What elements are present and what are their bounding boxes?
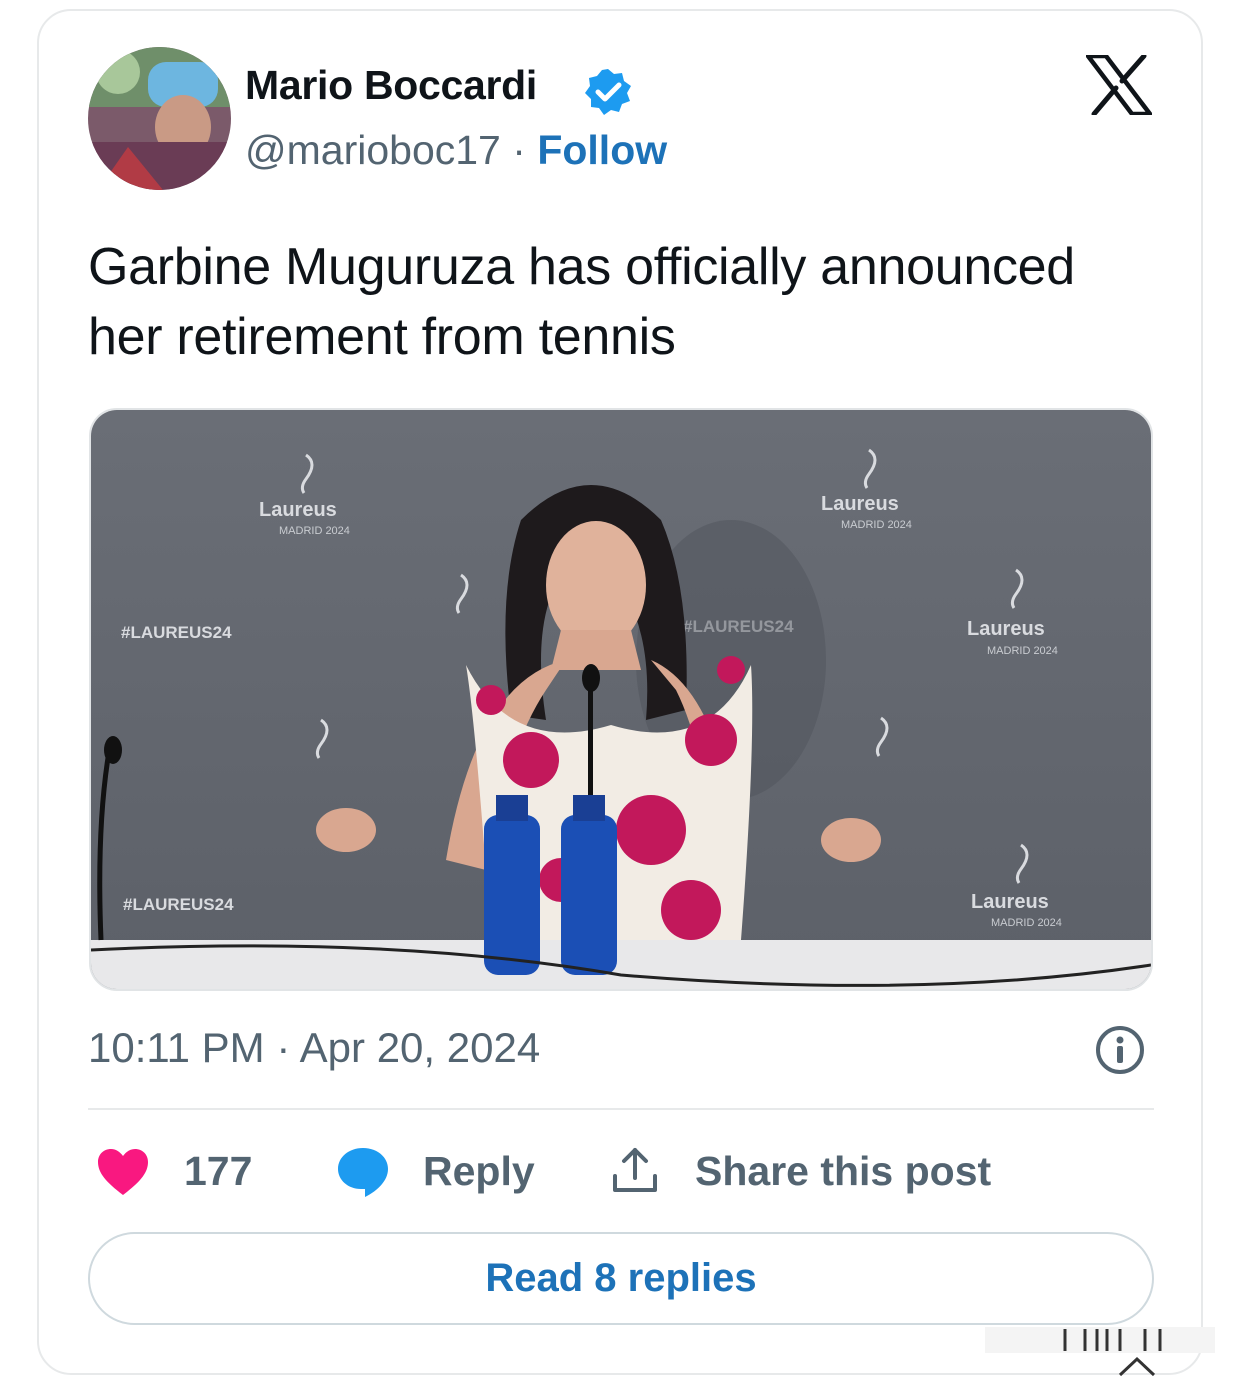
backdrop-subbrand: MADRID 2024	[841, 519, 912, 531]
author-name[interactable]: Mario Boccardi	[245, 62, 537, 109]
backdrop-subbrand: MADRID 2024	[991, 917, 1062, 929]
handle-separator: ·	[512, 127, 526, 173]
follow-button[interactable]: Follow	[537, 127, 667, 173]
backdrop-subbrand: MADRID 2024	[279, 525, 350, 537]
watermark-icon	[985, 1327, 1215, 1377]
heart-icon[interactable]	[96, 1147, 150, 1197]
info-icon[interactable]	[1094, 1024, 1146, 1076]
backdrop-brand: Laureus	[821, 493, 899, 515]
reply-bubble-icon[interactable]	[335, 1144, 391, 1200]
backdrop-subbrand: MADRID 2024	[987, 645, 1058, 657]
tweet-media-image[interactable]: #LAUREUS24 #LAUREUS24 #LAUREUS24 Laureus…	[89, 408, 1153, 991]
tweet-text: Garbine Muguruza has officially announce…	[88, 238, 1075, 366]
divider	[88, 1108, 1154, 1110]
like-count[interactable]: 177	[184, 1148, 252, 1195]
author-avatar[interactable]	[88, 47, 231, 190]
author-handle-row: @marioboc17 · Follow	[245, 127, 667, 174]
tweet-timestamp[interactable]: 10:11 PM · Apr 20, 2024	[88, 1024, 540, 1072]
verified-badge-icon	[585, 69, 631, 115]
action-bar: 177 Reply Share this post	[0, 1140, 1242, 1204]
backdrop-brand: Laureus	[259, 499, 337, 521]
share-icon[interactable]	[609, 1144, 661, 1196]
backdrop-hashtag: #LAUREUS24	[123, 895, 234, 914]
share-button[interactable]: Share this post	[695, 1148, 991, 1195]
x-logo-icon[interactable]	[1086, 55, 1152, 115]
backdrop-brand: Laureus	[967, 618, 1045, 640]
read-replies-button[interactable]: Read 8 replies	[88, 1232, 1154, 1325]
author-handle[interactable]: @marioboc17	[245, 127, 501, 173]
reply-button[interactable]: Reply	[423, 1148, 535, 1195]
backdrop-hashtag: #LAUREUS24	[121, 623, 232, 642]
backdrop-brand: Laureus	[971, 891, 1049, 913]
